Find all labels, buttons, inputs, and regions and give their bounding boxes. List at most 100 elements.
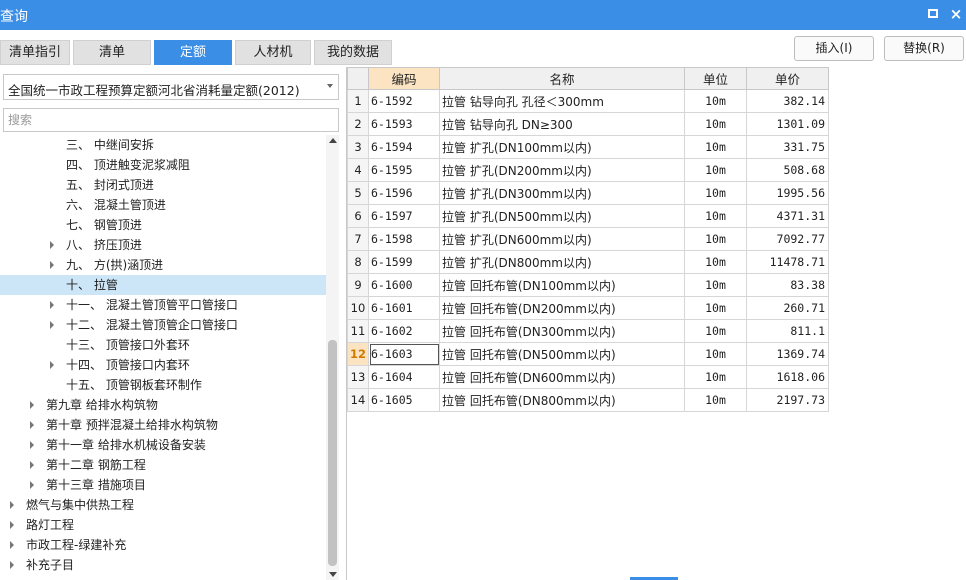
tree-item[interactable]: 第十一章 给排水机械设备安装	[0, 435, 326, 455]
tree-item[interactable]: 燃气与集中供热工程	[0, 495, 326, 515]
column-header-code[interactable]: 编码	[368, 67, 440, 90]
tree-item[interactable]: 补充子目	[0, 555, 326, 575]
tree-item[interactable]: 十二、 混凝土管顶管企口管接口	[0, 315, 326, 335]
tree-item[interactable]: 第十二章 钢筋工程	[0, 455, 326, 475]
chevron-down-icon[interactable]	[327, 84, 333, 88]
cell-price[interactable]: 83.38	[746, 273, 829, 297]
cell-price[interactable]: 2197.73	[746, 388, 829, 412]
cell-code[interactable]: 6-1597	[368, 204, 440, 228]
cell-unit[interactable]: 10m	[684, 342, 747, 366]
tree-item[interactable]: 三、 中继间安拆	[0, 135, 326, 155]
replace-button[interactable]: 替换(R)	[884, 36, 964, 61]
expand-arrow-icon[interactable]	[50, 301, 54, 309]
cell-price[interactable]: 7092.77	[746, 227, 829, 251]
cell-unit[interactable]: 10m	[684, 388, 747, 412]
tree-item[interactable]: 十四、 顶管接口内套环	[0, 355, 326, 375]
cell-code[interactable]: 6-1595	[368, 158, 440, 182]
table-row[interactable]: 5 6-1596 拉管 扩孔(DN300mm以内) 10m 1995.56	[347, 181, 829, 205]
expand-arrow-icon[interactable]	[10, 541, 14, 549]
expand-arrow-icon[interactable]	[30, 461, 34, 469]
cell-name[interactable]: 拉管 回托布管(DN600mm以内)	[439, 365, 685, 389]
expand-arrow-icon[interactable]	[30, 481, 34, 489]
column-header-unit[interactable]: 单位	[684, 67, 747, 90]
tree-item[interactable]: 五、 封闭式顶进	[0, 175, 326, 195]
cell-price[interactable]: 1618.06	[746, 365, 829, 389]
table-row[interactable]: 4 6-1595 拉管 扩孔(DN200mm以内) 10m 508.68	[347, 158, 829, 182]
cell-name[interactable]: 拉管 回托布管(DN200mm以内)	[439, 296, 685, 320]
expand-arrow-icon[interactable]	[10, 521, 14, 529]
cell-code[interactable]: 6-1605	[368, 388, 440, 412]
tree-item[interactable]: 八、 挤压顶进	[0, 235, 326, 255]
cell-name[interactable]: 拉管 回托布管(DN800mm以内)	[439, 388, 685, 412]
cell-unit[interactable]: 10m	[684, 273, 747, 297]
cell-name[interactable]: 拉管 扩孔(DN200mm以内)	[439, 158, 685, 182]
cell-name[interactable]: 拉管 扩孔(DN600mm以内)	[439, 227, 685, 251]
table-row[interactable]: 6 6-1597 拉管 扩孔(DN500mm以内) 10m 4371.31	[347, 204, 829, 228]
cell-name[interactable]: 拉管 回托布管(DN500mm以内)	[439, 342, 685, 366]
tree-item[interactable]: 四、 顶进触变泥浆减阻	[0, 155, 326, 175]
tree-item[interactable]: 十三、 顶管接口外套环	[0, 335, 326, 355]
tab-bill[interactable]: 清单	[73, 40, 151, 65]
expand-arrow-icon[interactable]	[10, 501, 14, 509]
tree-item-selected[interactable]: 十、 拉管	[0, 275, 326, 295]
cell-name[interactable]: 拉管 回托布管(DN100mm以内)	[439, 273, 685, 297]
table-row[interactable]: 8 6-1599 拉管 扩孔(DN800mm以内) 10m 11478.71	[347, 250, 829, 274]
cell-name[interactable]: 拉管 扩孔(DN500mm以内)	[439, 204, 685, 228]
cell-price[interactable]: 331.75	[746, 135, 829, 159]
cell-code[interactable]: 6-1596	[368, 181, 440, 205]
tree-item[interactable]: 十五、 顶管钢板套环制作	[0, 375, 326, 395]
cell-code[interactable]: 6-1600	[368, 273, 440, 297]
cell-code[interactable]: 6-1602	[368, 319, 440, 343]
expand-arrow-icon[interactable]	[50, 361, 54, 369]
column-header-price[interactable]: 单价	[746, 67, 829, 90]
expand-arrow-icon[interactable]	[50, 241, 54, 249]
table-row[interactable]: 13 6-1604 拉管 回托布管(DN600mm以内) 10m 1618.06	[347, 365, 829, 389]
expand-arrow-icon[interactable]	[10, 561, 14, 569]
maximize-icon[interactable]	[924, 5, 942, 23]
tab-my-data[interactable]: 我的数据	[314, 40, 392, 65]
cell-price[interactable]: 260.71	[746, 296, 829, 320]
cell-code[interactable]: 6-1601	[368, 296, 440, 320]
cell-name[interactable]: 拉管 扩孔(DN800mm以内)	[439, 250, 685, 274]
expand-arrow-icon[interactable]	[30, 421, 34, 429]
cell-price[interactable]: 4371.31	[746, 204, 829, 228]
cell-name[interactable]: 拉管 扩孔(DN300mm以内)	[439, 181, 685, 205]
search-input[interactable]	[3, 108, 339, 132]
expand-arrow-icon[interactable]	[30, 401, 34, 409]
tree-scrollbar[interactable]	[326, 135, 339, 580]
cell-price[interactable]: 811.1	[746, 319, 829, 343]
expand-arrow-icon[interactable]	[50, 321, 54, 329]
cell-price[interactable]: 382.14	[746, 89, 829, 113]
table-row[interactable]: 2 6-1593 拉管 钻导向孔 DN≥300 10m 1301.09	[347, 112, 829, 136]
cell-name[interactable]: 拉管 扩孔(DN100mm以内)	[439, 135, 685, 159]
cell-unit[interactable]: 10m	[684, 365, 747, 389]
tree-item[interactable]: 九、 方(拱)涵顶进	[0, 255, 326, 275]
table-row-current[interactable]: 12 6-1603 拉管 回托布管(DN500mm以内) 10m 1369.74	[347, 342, 829, 366]
cell-name[interactable]: 拉管 钻导向孔 DN≥300	[439, 112, 685, 136]
insert-button[interactable]: 插入(I)	[794, 36, 874, 61]
tree-item[interactable]: 第十章 预拌混凝土给排水构筑物	[0, 415, 326, 435]
tree-item[interactable]: 路灯工程	[0, 515, 326, 535]
tree-item[interactable]: 六、 混凝土管顶进	[0, 195, 326, 215]
cell-unit[interactable]: 10m	[684, 319, 747, 343]
table-row[interactable]: 11 6-1602 拉管 回托布管(DN300mm以内) 10m 811.1	[347, 319, 829, 343]
cell-unit[interactable]: 10m	[684, 296, 747, 320]
table-row[interactable]: 7 6-1598 拉管 扩孔(DN600mm以内) 10m 7092.77	[347, 227, 829, 251]
scrollbar-thumb[interactable]	[328, 340, 337, 566]
quota-library-select[interactable]: 全国统一市政工程预算定额河北省消耗量定额(2012)	[3, 74, 339, 100]
cell-price[interactable]: 11478.71	[746, 250, 829, 274]
cell-code[interactable]: 6-1603	[368, 342, 440, 366]
table-row[interactable]: 3 6-1594 拉管 扩孔(DN100mm以内) 10m 331.75	[347, 135, 829, 159]
table-row[interactable]: 1 6-1592 拉管 钻导向孔 孔径＜300mm 10m 382.14	[347, 89, 829, 113]
cell-price[interactable]: 1301.09	[746, 112, 829, 136]
cell-price[interactable]: 1995.56	[746, 181, 829, 205]
cell-unit[interactable]: 10m	[684, 204, 747, 228]
cell-code[interactable]: 6-1593	[368, 112, 440, 136]
cell-code[interactable]: 6-1599	[368, 250, 440, 274]
tree-item[interactable]: 十一、 混凝土管顶管平口管接口	[0, 295, 326, 315]
table-row[interactable]: 9 6-1600 拉管 回托布管(DN100mm以内) 10m 83.38	[347, 273, 829, 297]
table-row[interactable]: 14 6-1605 拉管 回托布管(DN800mm以内) 10m 2197.73	[347, 388, 829, 412]
table-row[interactable]: 10 6-1601 拉管 回托布管(DN200mm以内) 10m 260.71	[347, 296, 829, 320]
cell-unit[interactable]: 10m	[684, 89, 747, 113]
cell-code[interactable]: 6-1594	[368, 135, 440, 159]
